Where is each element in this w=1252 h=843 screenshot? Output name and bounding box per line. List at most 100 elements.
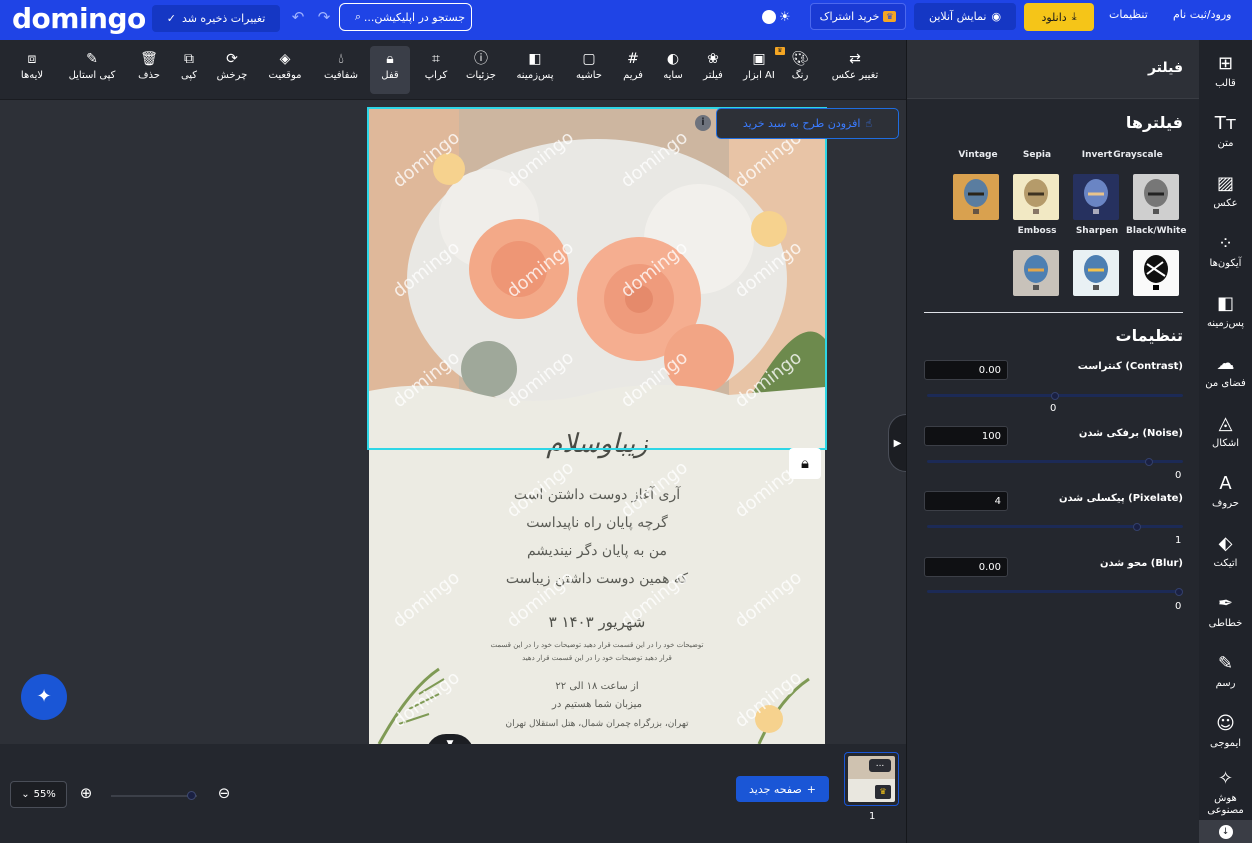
blur-slider[interactable]: [927, 587, 1183, 596]
tool-change-image[interactable]: ⇄ تغییر عکس: [826, 50, 884, 81]
settings-link[interactable]: تنظیمات: [1109, 8, 1148, 21]
sidebar-item-background[interactable]: ◧ پس‌زمینه: [1199, 293, 1252, 330]
invitation-title[interactable]: زیباوسلام: [369, 429, 825, 459]
sidebar-item-icons[interactable]: ⁘ آیکون‌ها: [1199, 233, 1252, 270]
sidebar-item-emoji[interactable]: ☺ ایموجی: [1199, 713, 1252, 750]
slider-handle[interactable]: [1175, 587, 1183, 596]
collapse-panel-button[interactable]: ▶: [888, 414, 906, 472]
bouquet-photo[interactable]: [369, 109, 825, 409]
noise-input[interactable]: [924, 426, 1008, 446]
tool-border[interactable]: ▢ حاشیه: [572, 50, 606, 81]
filter-grayscale[interactable]: [1133, 174, 1179, 220]
app-logo[interactable]: domingo: [12, 2, 146, 35]
sidebar-item-letters[interactable]: A حروف: [1199, 473, 1252, 510]
tool-delete[interactable]: 🗑︎ حذف: [134, 50, 164, 81]
lock-icon: 🔒︎: [386, 51, 394, 67]
event-date[interactable]: ۳ شهریور ۱۴۰۳: [369, 613, 825, 631]
sidebar-item-calligraphy[interactable]: ✒ خطاطی: [1199, 593, 1252, 630]
sidebar-item-draw[interactable]: ✎ رسم: [1199, 653, 1252, 690]
pixelate-input[interactable]: [924, 491, 1008, 511]
sidebar-scroll-down[interactable]: ↓: [1199, 820, 1252, 843]
noise-label: برفکی شدن (Noise): [1078, 428, 1183, 439]
balloon-thumbnail: [953, 174, 999, 220]
slider-handle[interactable]: [1133, 522, 1141, 531]
tool-copy-style[interactable]: ✎ کپی استایل: [62, 50, 122, 81]
sidebar-item-photo[interactable]: ▨ عکس: [1199, 173, 1252, 210]
slider-handle[interactable]: [1145, 457, 1153, 466]
tool-filter[interactable]: ❀ فیلتر: [699, 50, 727, 81]
layers-position-icon: ◈: [279, 51, 291, 67]
filter-emboss[interactable]: [1013, 250, 1059, 296]
sidebar-item-shapes[interactable]: ◬ اشکال: [1199, 413, 1252, 450]
tool-frame[interactable]: # فریم: [619, 50, 647, 81]
filter-black-white[interactable]: [1133, 250, 1179, 296]
info-icon[interactable]: i: [695, 115, 711, 131]
blur-input[interactable]: [924, 557, 1008, 577]
tool-lock[interactable]: 🔒︎ قفل: [370, 46, 410, 94]
noise-slider[interactable]: [927, 457, 1183, 466]
new-page-label: صفحه جدید: [748, 782, 802, 796]
zoom-slider-handle[interactable]: [187, 791, 196, 800]
magic-wand-icon: ✦: [36, 686, 52, 707]
filter-invert[interactable]: [1073, 174, 1119, 220]
zoom-select[interactable]: ⌄ 55%: [10, 781, 67, 808]
tool-layers[interactable]: ⧈ لایه‌ها: [14, 50, 50, 81]
page-number: 1: [869, 811, 876, 822]
filter-panel: فیلتر فیلترها Grayscale Invert Sepia Vin…: [906, 40, 1199, 843]
online-preview-label: نمایش آنلاین: [928, 10, 987, 23]
poem-line[interactable]: من به پایان دگر نیندیشم: [369, 543, 825, 559]
sidebar-item-template[interactable]: ⊞ قالب: [1199, 53, 1252, 90]
slider-handle[interactable]: [1051, 391, 1059, 400]
page-thumbnail-preview: ... ♛: [848, 756, 895, 802]
chevron-down-icon: ⌄: [21, 789, 30, 800]
poem-line[interactable]: گرچه پایان راه ناپیداست: [369, 515, 825, 531]
tool-rotate[interactable]: ⟳ چرخش: [214, 50, 250, 81]
contrast-slider[interactable]: [927, 391, 1183, 400]
zoom-in-icon[interactable]: ⊕: [76, 783, 96, 803]
tool-ai[interactable]: ▣ ♛ ابزار AI: [739, 47, 785, 81]
page-menu-button[interactable]: ...: [869, 759, 891, 772]
sidebar-item-my-space[interactable]: ☁ فضای من: [1199, 353, 1252, 390]
tool-details[interactable]: ⓘ جزئیات: [462, 50, 500, 81]
search-box[interactable]: ⌕: [339, 3, 472, 31]
lock-icon[interactable]: 🔒︎: [789, 448, 821, 479]
element-toolbar: ⇄ تغییر عکس 🎨︎ رنگ ▣ ♛ ابزار AI ❀ فیلتر …: [0, 40, 906, 100]
sidebar-item-tag[interactable]: ⬖ اتیکت: [1199, 533, 1252, 570]
sidebar-item-ai[interactable]: ✧ هوش مصنوعی: [1199, 768, 1252, 817]
online-preview-button[interactable]: نمایش آنلاین ◉: [914, 3, 1016, 30]
magic-wand-button[interactable]: ✦: [21, 674, 67, 720]
add-to-cart-button[interactable]: افزودن طرح به سبد خرید ☝: [716, 108, 899, 139]
description-line[interactable]: توضیحات خود را در این قسمت قرار دهید توض…: [369, 641, 825, 649]
tool-copy[interactable]: ⧉ کپی: [176, 50, 202, 81]
poem-line[interactable]: آری آغاز دوست داشتن است: [369, 487, 825, 503]
theme-toggle[interactable]: ☀: [762, 9, 798, 25]
tool-shadow[interactable]: ◐ سایه: [659, 50, 687, 81]
contrast-input[interactable]: [924, 360, 1008, 380]
layout-icon: ⊞: [1217, 53, 1234, 74]
invitation-design[interactable]: زیباوسلام آری آغاز دوست داشتن است گرچه پ…: [369, 109, 825, 744]
download-button[interactable]: دانلود ⤓: [1024, 3, 1094, 31]
filter-sharpen[interactable]: [1073, 250, 1119, 296]
subscribe-button[interactable]: خرید اشتراک ♛: [810, 3, 906, 30]
layers-icon: ⧈: [27, 51, 37, 67]
sidebar-item-text[interactable]: Tт متن: [1199, 113, 1252, 150]
zoom-out-icon[interactable]: ⊖: [214, 783, 234, 803]
login-link[interactable]: ورود/ثبت نام: [1173, 8, 1231, 21]
letters-icon: A: [1219, 473, 1232, 494]
filter-vintage[interactable]: [953, 174, 999, 220]
tool-crop[interactable]: ⌗ کراپ: [422, 50, 450, 81]
tool-position[interactable]: ◈ موقعیت: [262, 50, 308, 81]
search-input[interactable]: [365, 10, 465, 24]
pixelate-slider[interactable]: [927, 522, 1183, 531]
undo-icon[interactable]: ↶: [289, 8, 307, 26]
filter-sepia[interactable]: [1013, 174, 1059, 220]
zoom-slider[interactable]: [111, 795, 197, 797]
tool-background[interactable]: ◧ پس‌زمینه: [512, 50, 558, 81]
new-page-button[interactable]: صفحه جدید +: [736, 776, 829, 802]
tool-color[interactable]: 🎨︎ رنگ: [786, 50, 814, 81]
page-thumbnail[interactable]: ... ♛: [844, 752, 899, 806]
saved-changes-button[interactable]: ✓ تغییرات ذخیره شد: [152, 5, 280, 32]
redo-icon[interactable]: ↷: [315, 8, 333, 26]
poem-line[interactable]: که همین دوست داشتن زیباست: [369, 571, 825, 587]
tool-opacity[interactable]: 💧︎ شفافیت: [320, 50, 362, 81]
